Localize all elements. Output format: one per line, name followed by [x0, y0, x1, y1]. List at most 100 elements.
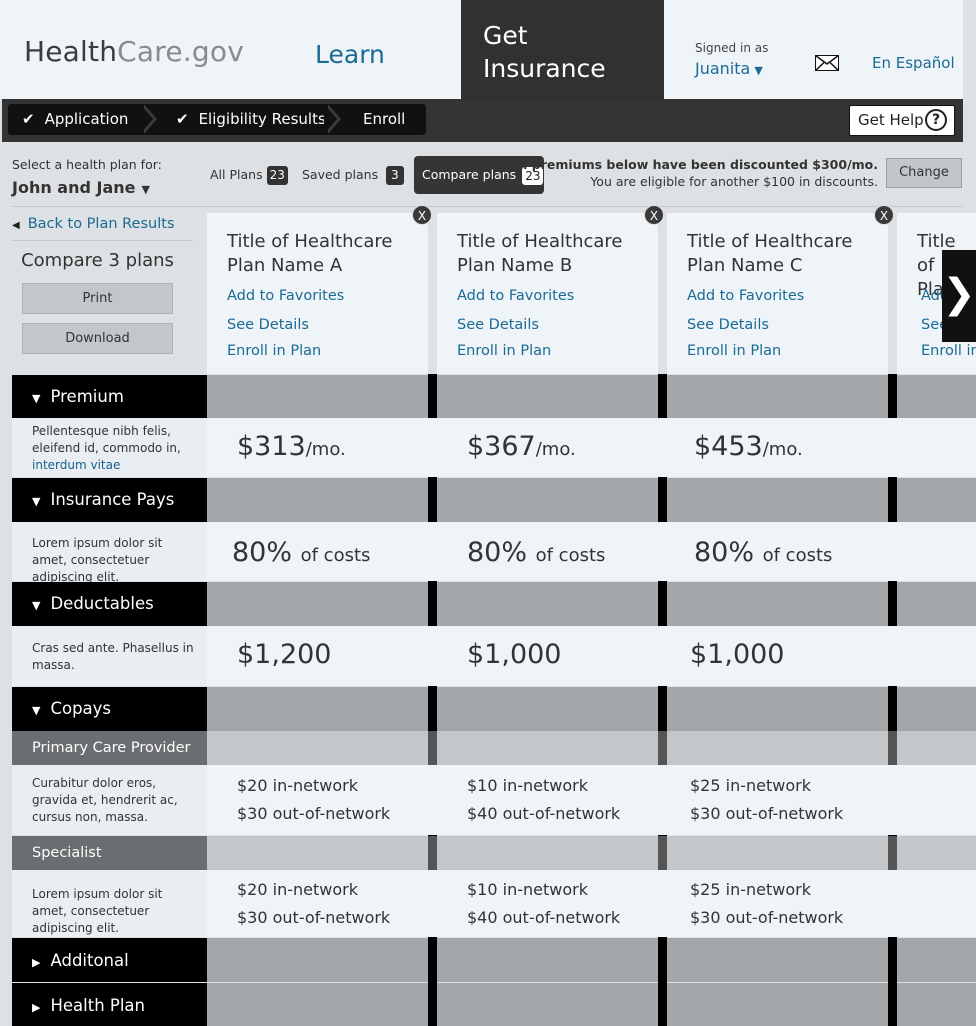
subsection-primary-care: Primary Care Provider — [12, 731, 207, 765]
enroll-link[interactable]: Enroll in Plan — [227, 343, 321, 359]
nav-learn[interactable]: Learn — [315, 40, 385, 69]
out-of-network-copay: $40 out-of-network — [467, 908, 621, 927]
step-label: Enroll — [363, 110, 406, 128]
tab-saved-plans[interactable]: Saved plans 3 — [302, 158, 404, 188]
see-details-link[interactable]: See Details — [687, 317, 769, 333]
mail-icon[interactable] — [815, 55, 839, 71]
check-icon: ✔ — [176, 110, 189, 128]
add-to-favorites-link[interactable]: Add to Favorites — [227, 288, 344, 304]
subsection-bar — [207, 836, 976, 870]
column-separator — [888, 836, 897, 870]
enroll-link[interactable]: Enroll in Plan — [457, 343, 551, 359]
back-to-results-link[interactable]: ◀ Back to Plan Results — [12, 216, 175, 232]
collapsed-icon: ▶ — [32, 1001, 41, 1014]
divider — [12, 206, 963, 207]
column-separator — [658, 478, 667, 522]
step-enroll[interactable]: Enroll — [363, 104, 405, 135]
deductible-description: Cras sed ante. Phasellus in massa. — [32, 641, 194, 672]
help-icon: ? — [925, 109, 947, 131]
out-of-network-copay: $30 out-of-network — [237, 804, 391, 823]
out-of-network-copay: $40 out-of-network — [467, 804, 621, 823]
change-button[interactable]: Change — [886, 158, 962, 188]
per-month-unit: /mo. — [762, 439, 803, 460]
step-application[interactable]: ✔ Application — [22, 104, 128, 135]
premium-value: $313/mo. — [237, 431, 346, 462]
see-details-link[interactable]: See Details — [457, 317, 539, 333]
column-separator — [428, 478, 437, 522]
column-separator — [658, 731, 667, 765]
language-link[interactable]: En Español — [872, 54, 955, 72]
expanded-icon: ▼ — [32, 495, 41, 508]
insurance-pays-value: 80% of costs — [232, 537, 370, 568]
subsection-bar — [207, 731, 976, 765]
back-link-label: Back to Plan Results — [27, 216, 175, 232]
out-of-network-copay: $30 out-of-network — [690, 804, 844, 823]
healthcare-logo[interactable]: HealthCare.gov — [24, 35, 244, 68]
dropdown-icon: ▼ — [141, 183, 150, 196]
in-network-copay: $25 in-network — [690, 880, 811, 899]
print-button[interactable]: Print — [22, 283, 173, 314]
out-of-network-copay: $30 out-of-network — [690, 908, 844, 927]
nav-get-insurance-label: Get Insurance — [483, 21, 606, 83]
column-separator — [658, 687, 667, 731]
plan-title[interactable]: Title of Healthcare Plan Name B — [457, 230, 637, 278]
header-gutter — [963, 0, 976, 99]
enroll-link[interactable]: Enroll in — [921, 343, 976, 359]
unit: of costs — [762, 545, 833, 566]
deductible-value: $1,000 — [690, 639, 785, 670]
count-badge: 3 — [386, 166, 404, 185]
premium-description: Pellentesque nibh felis, eleifend id, co… — [32, 423, 197, 474]
compare-count-title: Compare 3 plans — [21, 250, 174, 271]
premium-amount: $313 — [237, 431, 306, 462]
section-premium[interactable]: ▼ Premium — [12, 375, 207, 418]
plan-title[interactable]: Title of Healthcare Plan Name C — [687, 230, 867, 278]
collapsed-icon: ▶ — [32, 956, 41, 969]
remove-plan-button[interactable]: X — [874, 205, 894, 225]
premium-amount: $453 — [694, 431, 763, 462]
column-separator — [428, 731, 437, 765]
dropdown-icon: ▼ — [754, 64, 763, 77]
unit: of costs — [535, 545, 606, 566]
insurance-pays-description: Lorem ipsum dolor sit amet, consectetuer… — [32, 536, 163, 584]
count-badge: 23 — [266, 166, 288, 185]
section-additional-coverage[interactable]: ▶Additonal Coverage — [12, 938, 207, 1018]
back-arrow-icon: ◀ — [12, 220, 20, 231]
select-plan-label: Select a health plan for: — [12, 157, 162, 172]
section-bar — [207, 687, 976, 731]
step-eligibility[interactable]: ✔ Eligibility Results — [176, 104, 326, 135]
primary-care-copay: $10 in-network $40 out-of-network — [467, 772, 620, 828]
specialist-copay: $25 in-network $30 out-of-network — [690, 876, 843, 932]
deductible-value: $1,000 — [467, 639, 562, 670]
download-button[interactable]: Download — [22, 323, 173, 354]
remove-plan-button[interactable]: X — [412, 205, 432, 225]
column-separator — [658, 582, 667, 626]
see-details-link[interactable]: See Details — [227, 317, 309, 333]
section-health-plan-quality[interactable]: ▶ Health Plan Quality — [12, 983, 207, 1026]
column-separator — [428, 687, 437, 731]
nav-get-insurance[interactable]: Get Insurance — [461, 0, 664, 99]
tab-all-plans[interactable]: All Plans 23 — [210, 158, 288, 188]
column-separator — [428, 375, 437, 418]
divider — [12, 240, 193, 241]
remove-plan-button[interactable]: X — [644, 205, 664, 225]
step-label: Application — [44, 110, 129, 128]
primary-care-description: Curabitur dolor eros, gravida et, hendre… — [32, 776, 178, 824]
help-label: Get Help — [858, 111, 924, 129]
add-to-favorites-link[interactable]: Add to Favorites — [457, 288, 574, 304]
description-link[interactable]: interdum vitae — [32, 458, 120, 472]
tab-label: Saved plans — [302, 167, 379, 182]
next-plans-arrow-icon[interactable]: ❯ — [942, 250, 976, 342]
plan-title[interactable]: Title of Healthcare Plan Name A — [227, 230, 407, 278]
get-help-button[interactable]: Get Help? — [849, 105, 955, 136]
logo-sub-text: Care.gov — [117, 35, 244, 68]
section-insurance-pays[interactable]: ▼ Insurance Pays — [12, 478, 207, 522]
add-to-favorites-link[interactable]: Add to Favorites — [687, 288, 804, 304]
enroll-link[interactable]: Enroll in Plan — [687, 343, 781, 359]
section-bar — [207, 375, 976, 418]
percent: 80% — [694, 537, 755, 568]
user-menu[interactable]: Juanita ▼ — [695, 59, 763, 78]
in-network-copay: $20 in-network — [237, 776, 358, 795]
section-copays[interactable]: ▼ Copays — [12, 687, 207, 731]
section-deductibles[interactable]: ▼ Deductables — [12, 582, 207, 626]
household-selector[interactable]: John and Jane ▼ — [12, 178, 150, 197]
